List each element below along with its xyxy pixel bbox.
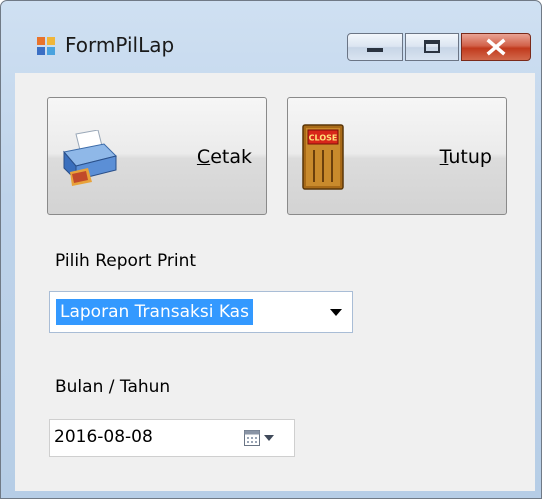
date-dropdown-arrow-icon[interactable] bbox=[264, 435, 274, 441]
close-door-icon: CLOSE bbox=[302, 124, 344, 190]
report-combobox[interactable]: Laporan Transaksi Kas bbox=[49, 291, 353, 333]
title-bar[interactable]: FormPilLap bbox=[1, 1, 541, 63]
printer-icon bbox=[63, 130, 117, 186]
minimize-icon bbox=[367, 48, 383, 52]
cetak-button[interactable]: Cetak bbox=[47, 97, 267, 215]
period-label: Bulan / Tahun bbox=[55, 377, 171, 397]
window-title: FormPilLap bbox=[65, 33, 175, 57]
report-label: Pilih Report Print bbox=[55, 251, 197, 271]
tutup-label: Tutup bbox=[439, 146, 492, 168]
close-icon bbox=[486, 38, 506, 56]
app-icon bbox=[37, 37, 55, 55]
chevron-down-icon[interactable] bbox=[330, 309, 342, 316]
report-selected-value: Laporan Transaksi Kas bbox=[56, 299, 253, 325]
close-button[interactable] bbox=[461, 33, 531, 61]
date-value[interactable]: 2016-08-08 bbox=[54, 427, 153, 447]
cetak-label: Cetak bbox=[196, 146, 252, 168]
tutup-button[interactable]: CLOSE Tutup bbox=[287, 97, 507, 215]
maximize-button[interactable] bbox=[405, 33, 459, 61]
minimize-button[interactable] bbox=[347, 33, 403, 61]
date-picker[interactable]: 2016-08-08 bbox=[49, 419, 295, 457]
close-sign-text: CLOSE bbox=[309, 134, 338, 143]
form-window: FormPilLap Cetak CLOSE Tutup Pilih Repor… bbox=[0, 0, 542, 499]
maximize-icon bbox=[424, 40, 440, 53]
form-client-area: Cetak CLOSE Tutup Pilih Report Print Lap… bbox=[15, 73, 535, 491]
calendar-icon[interactable] bbox=[244, 430, 260, 446]
